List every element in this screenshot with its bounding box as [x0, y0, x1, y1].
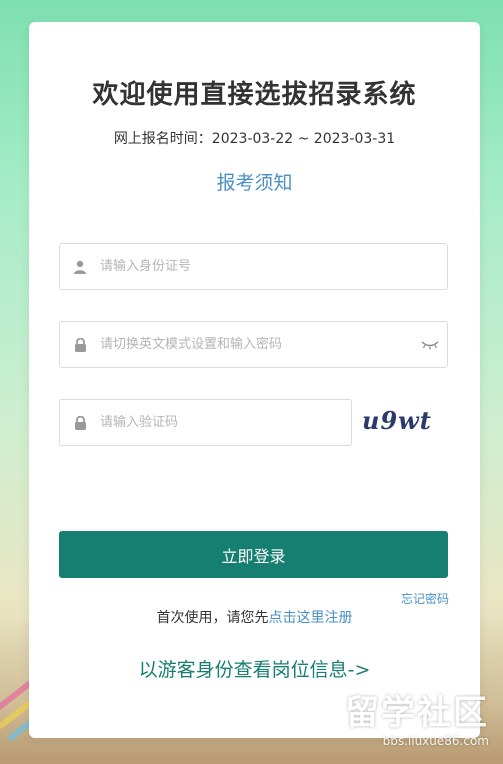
password-input[interactable]	[100, 322, 413, 367]
register-prompt: 首次使用，请您先点击这里注册	[29, 607, 480, 627]
captcha-text: u9wt	[362, 405, 432, 435]
register-link[interactable]: 点击这里注册	[269, 610, 353, 626]
lock-icon	[60, 322, 100, 367]
user-icon	[60, 244, 100, 289]
register-prefix: 首次使用，请您先	[156, 610, 269, 626]
password-field[interactable]	[59, 321, 448, 368]
id-number-field[interactable]	[59, 243, 448, 290]
captcha-field[interactable]	[59, 399, 352, 446]
page-title: 欢迎使用直接选拔招录系统	[92, 80, 417, 110]
watermark: 留学社区 bbs.liuxue86.com	[345, 685, 489, 748]
guest-view-link[interactable]: 以游客身份查看岗位信息->	[29, 655, 480, 682]
captcha-image[interactable]: u9wt	[362, 400, 438, 440]
watermark-url: bbs.liuxue86.com	[382, 734, 489, 748]
eye-closed-icon[interactable]	[413, 340, 447, 350]
watermark-logo: 留学社区	[345, 693, 489, 733]
id-number-input[interactable]	[100, 244, 447, 289]
captcha-input[interactable]	[100, 400, 351, 445]
registration-period: 网上报名时间：2023-03-22 ~ 2023-03-31	[113, 131, 396, 147]
lock-icon	[60, 400, 100, 445]
exam-notice-link[interactable]: 报考须知	[29, 168, 480, 195]
forgot-password-link[interactable]: 忘记密码	[401, 590, 449, 607]
login-card: 欢迎使用直接选拔招录系统 网上报名时间：2023-03-22 ~ 2023-03…	[29, 22, 480, 738]
login-button[interactable]: 立即登录	[59, 531, 448, 578]
